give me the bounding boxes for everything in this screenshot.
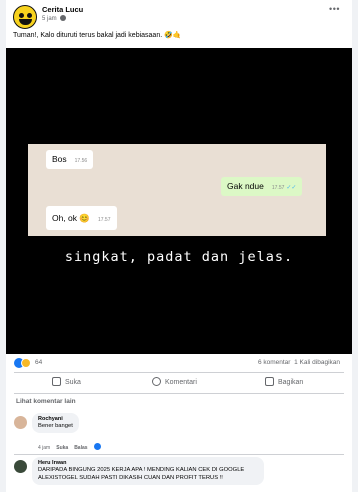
message-text: Bos xyxy=(52,154,67,164)
post-header: Cerita Lucu 5 jam ••• Tuman!, Kalo ditur… xyxy=(6,0,352,48)
page-avatar[interactable] xyxy=(13,5,37,29)
post-meta: 5 jam xyxy=(42,15,67,22)
shares-count[interactable]: 1 Kali dibagikan xyxy=(294,359,340,366)
comment-text: DARIPADA BINGUNG 2025 KERJA APA ! MENDIN… xyxy=(38,467,245,481)
post-caption: Tuman!, Kalo dituruti terus bakal jadi k… xyxy=(13,32,182,39)
comment-text: Bener banget xyxy=(38,423,73,429)
comment-icon xyxy=(152,377,161,386)
comment-label: Komentari xyxy=(165,379,197,386)
avatar-eye-left xyxy=(19,13,24,18)
chat-bubble-outgoing: Gak ndue 17.57 ✓✓ xyxy=(221,177,303,196)
stats-right: 6 komentar 1 Kali dibagikan xyxy=(258,359,340,366)
thumbs-up-icon xyxy=(52,377,61,386)
read-ticks-icon: ✓✓ xyxy=(286,185,297,191)
post-stats: 64 6 komentar 1 Kali dibagikan xyxy=(6,354,352,372)
comments-count[interactable]: 6 komentar xyxy=(258,359,291,366)
like-button[interactable]: Suka xyxy=(52,377,81,386)
message-text: Oh, ok 😊 xyxy=(52,213,90,223)
avatar-mouth xyxy=(19,19,32,25)
comment-reply-link[interactable]: Balas xyxy=(74,445,87,451)
action-bar: Suka Komentari Bagikan xyxy=(6,373,352,393)
share-label: Bagikan xyxy=(278,379,304,386)
comment-meta: 4 jam Suka Balas xyxy=(38,443,107,451)
message-time: 17.57 xyxy=(97,217,111,223)
reactions-count[interactable]: 64 xyxy=(35,359,42,366)
comment-bubble: Heru Irwan DARIPADA BINGUNG 2025 KERJA A… xyxy=(32,457,264,485)
like-label: Suka xyxy=(65,379,81,386)
comment-like-link[interactable]: Suka xyxy=(56,445,68,451)
post-time[interactable]: 5 jam xyxy=(42,16,57,22)
share-button[interactable]: Bagikan xyxy=(265,377,303,386)
more-options-icon[interactable]: ••• xyxy=(329,4,340,14)
share-icon xyxy=(265,377,274,386)
comment-button[interactable]: Komentari xyxy=(152,377,197,386)
haha-reaction-icon[interactable] xyxy=(21,358,31,368)
image-tagline: singkat, padat dan jelas. xyxy=(64,249,294,265)
commenter-avatar[interactable] xyxy=(14,460,27,473)
avatar-eye-right xyxy=(27,13,32,18)
divider xyxy=(14,454,344,455)
message-text: Gak ndue xyxy=(227,181,264,191)
post-card: Cerita Lucu 5 jam ••• Tuman!, Kalo ditur… xyxy=(6,0,352,492)
commenter-avatar[interactable] xyxy=(14,416,27,429)
chat-bubble-incoming: Oh, ok 😊 17.57 xyxy=(46,206,117,230)
message-time: 17.56 xyxy=(74,158,88,164)
message-time: 17.57 xyxy=(271,185,285,191)
post-image[interactable]: Bos 17.56 Gak ndue 17.57 ✓✓ Oh, ok 😊 17.57 s… xyxy=(6,48,352,354)
see-more-comments-link[interactable]: Lihat komentar lain xyxy=(16,398,76,405)
chat-bubble-incoming: Bos 17.56 xyxy=(46,150,94,169)
comment-bubble: Rochyani Bener banget xyxy=(32,413,79,433)
like-reaction-icon xyxy=(93,443,101,450)
divider xyxy=(14,393,344,394)
comment-time[interactable]: 4 jam xyxy=(38,445,50,451)
globe-icon xyxy=(60,15,67,21)
page-name[interactable]: Cerita Lucu xyxy=(42,5,83,14)
chat-screenshot: Bos 17.56 Gak ndue 17.57 ✓✓ Oh, ok 😊 17.57 xyxy=(28,144,326,236)
